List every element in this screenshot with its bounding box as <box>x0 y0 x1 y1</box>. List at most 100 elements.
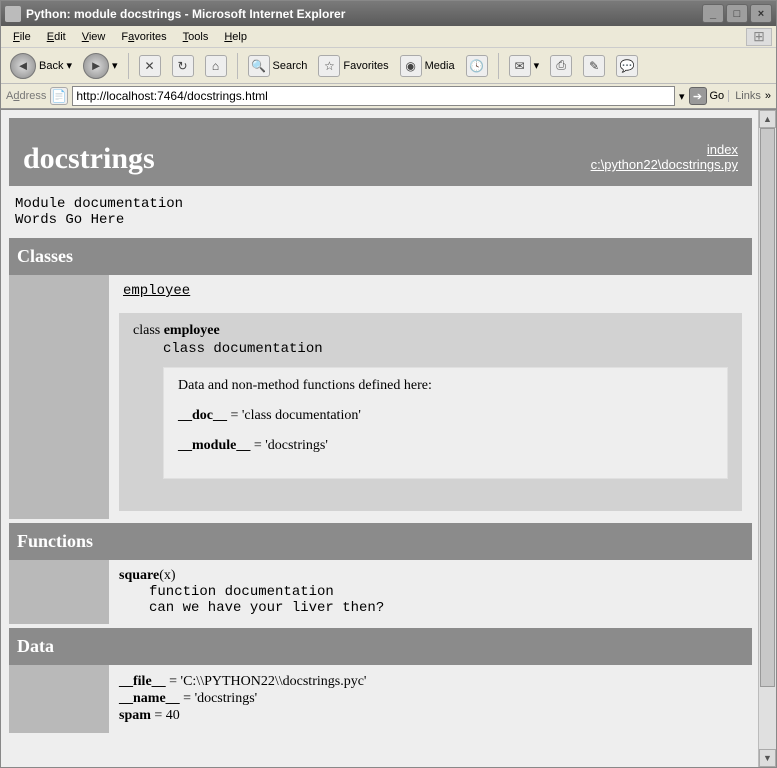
page-icon: 📄 <box>50 87 68 105</box>
data-name-label: __name__ <box>119 691 180 706</box>
links-label[interactable]: Links <box>728 90 761 102</box>
history-button[interactable]: 🕓 <box>462 53 492 79</box>
vertical-scrollbar[interactable]: ▲ ▼ <box>758 110 776 767</box>
file-link[interactable]: c:\python22\docstrings.py <box>591 157 738 172</box>
data-section-body: __file__ = 'C:\\PYTHON22\\docstrings.pyc… <box>9 665 752 733</box>
refresh-button[interactable]: ↻ <box>168 53 198 79</box>
media-button[interactable]: ◉ Media <box>396 53 459 79</box>
data-file-value: = 'C:\\PYTHON22\\docstrings.pyc' <box>166 674 367 689</box>
throbber-icon: ⊞ <box>746 28 772 46</box>
dropdown-icon: ▾ <box>534 59 540 72</box>
class-keyword: class <box>133 323 164 338</box>
data-spam-value: = 40 <box>151 708 180 723</box>
scroll-up-arrow[interactable]: ▲ <box>759 110 776 128</box>
class-signature: class employee <box>133 323 728 339</box>
ie-icon <box>5 6 21 22</box>
media-label: Media <box>425 60 455 72</box>
data-name-row: __name__ = 'docstrings' <box>119 691 742 707</box>
module-title: docstrings <box>23 142 591 176</box>
class-name: employee <box>164 323 220 338</box>
minimize-button[interactable]: _ <box>702 4 724 23</box>
module-docstring: Module documentation Words Go Here <box>1 192 752 234</box>
data-file-label: __file__ <box>119 674 166 689</box>
menu-view[interactable]: View <box>74 29 114 45</box>
dunder-module-label: __module__ <box>178 438 250 453</box>
functions-content: square(x) function documentation can we … <box>109 560 752 624</box>
stop-button[interactable]: ✕ <box>135 53 165 79</box>
scroll-down-arrow[interactable]: ▼ <box>759 749 776 767</box>
data-file-row: __file__ = 'C:\\PYTHON22\\docstrings.pyc… <box>119 674 742 690</box>
refresh-icon: ↻ <box>172 55 194 77</box>
back-button[interactable]: ◄ Back ▾ <box>6 51 76 81</box>
data-section-header: Data <box>9 628 752 665</box>
class-box: class employee class documentation Data … <box>119 313 742 511</box>
class-docstring: class documentation <box>163 341 728 357</box>
menu-file[interactable]: File <box>5 29 39 45</box>
forward-icon: ► <box>83 53 109 79</box>
go-button[interactable]: ➔ Go <box>689 87 725 105</box>
classes-header: Classes <box>9 238 752 275</box>
print-icon: ⎙ <box>550 55 572 77</box>
dropdown-icon[interactable]: ▾ <box>679 90 685 103</box>
functions-header: Functions <box>9 523 752 560</box>
search-label: Search <box>273 60 308 72</box>
home-icon: ⌂ <box>205 55 227 77</box>
function-docstring: function documentation can we have your … <box>149 584 742 616</box>
section-sidebar <box>9 665 109 733</box>
class-data-box: Data and non-method functions defined he… <box>163 367 728 479</box>
favorites-button[interactable]: ☆ Favorites <box>314 53 392 79</box>
edit-icon: ✎ <box>583 55 605 77</box>
menu-favorites[interactable]: Favorites <box>113 29 174 45</box>
classes-section-body: employee class employee class documentat… <box>9 275 752 519</box>
class-link-employee[interactable]: employee <box>123 283 742 299</box>
window-title: Python: module docstrings - Microsoft In… <box>26 7 702 21</box>
print-button[interactable]: ⎙ <box>546 53 576 79</box>
dropdown-icon: ▾ <box>66 59 72 72</box>
menu-edit[interactable]: Edit <box>39 29 74 45</box>
function-signature: square(x) <box>119 568 742 584</box>
data-name-value: = 'docstrings' <box>180 691 258 706</box>
search-icon: 🔍 <box>248 55 270 77</box>
forward-button[interactable]: ► ▾ <box>79 51 122 81</box>
close-button[interactable]: × <box>750 4 772 23</box>
dunder-doc-value: = 'class documentation' <box>227 408 361 423</box>
titlebar: Python: module docstrings - Microsoft In… <box>1 1 776 26</box>
page-content: docstrings index c:\python22\docstrings.… <box>1 110 758 767</box>
go-label: Go <box>710 90 725 102</box>
menu-tools[interactable]: Tools <box>175 29 217 45</box>
discuss-button[interactable]: 💬 <box>612 53 642 79</box>
stop-icon: ✕ <box>139 55 161 77</box>
address-input[interactable] <box>72 86 675 106</box>
data-spam-row: spam = 40 <box>119 708 742 724</box>
address-bar: Address 📄 ▾ ➔ Go Links » <box>1 84 776 109</box>
index-link[interactable]: index <box>707 142 738 157</box>
home-button[interactable]: ⌂ <box>201 53 231 79</box>
mail-button[interactable]: ✉▾ <box>505 53 544 79</box>
scroll-track[interactable] <box>759 128 776 749</box>
module-header: docstrings index c:\python22\docstrings.… <box>9 118 752 186</box>
class-data-header: Data and non-method functions defined he… <box>178 378 713 394</box>
viewport: docstrings index c:\python22\docstrings.… <box>1 109 776 767</box>
go-icon: ➔ <box>689 87 707 105</box>
discuss-icon: 💬 <box>616 55 638 77</box>
section-sidebar <box>9 560 109 624</box>
dunder-doc-row: __doc__ = 'class documentation' <box>178 408 713 424</box>
search-button[interactable]: 🔍 Search <box>244 53 312 79</box>
history-icon: 🕓 <box>466 55 488 77</box>
menubar: File Edit View Favorites Tools Help ⊞ <box>1 26 776 48</box>
scroll-thumb[interactable] <box>760 128 775 687</box>
dunder-module-value: = 'docstrings' <box>250 438 328 453</box>
data-spam-label: spam <box>119 708 151 723</box>
functions-section-body: square(x) function documentation can we … <box>9 560 752 624</box>
edit-button[interactable]: ✎ <box>579 53 609 79</box>
dunder-module-row: __module__ = 'docstrings' <box>178 438 713 454</box>
data-header: Data <box>9 628 752 665</box>
toolbar: ◄ Back ▾ ► ▾ ✕ ↻ ⌂ 🔍 Search ☆ Favorites … <box>1 48 776 84</box>
menu-help[interactable]: Help <box>216 29 255 45</box>
dunder-doc-label: __doc__ <box>178 408 227 423</box>
separator <box>128 53 129 79</box>
functions-section-header: Functions <box>9 523 752 560</box>
function-name: square <box>119 568 159 583</box>
separator <box>498 53 499 79</box>
maximize-button[interactable]: □ <box>726 4 748 23</box>
